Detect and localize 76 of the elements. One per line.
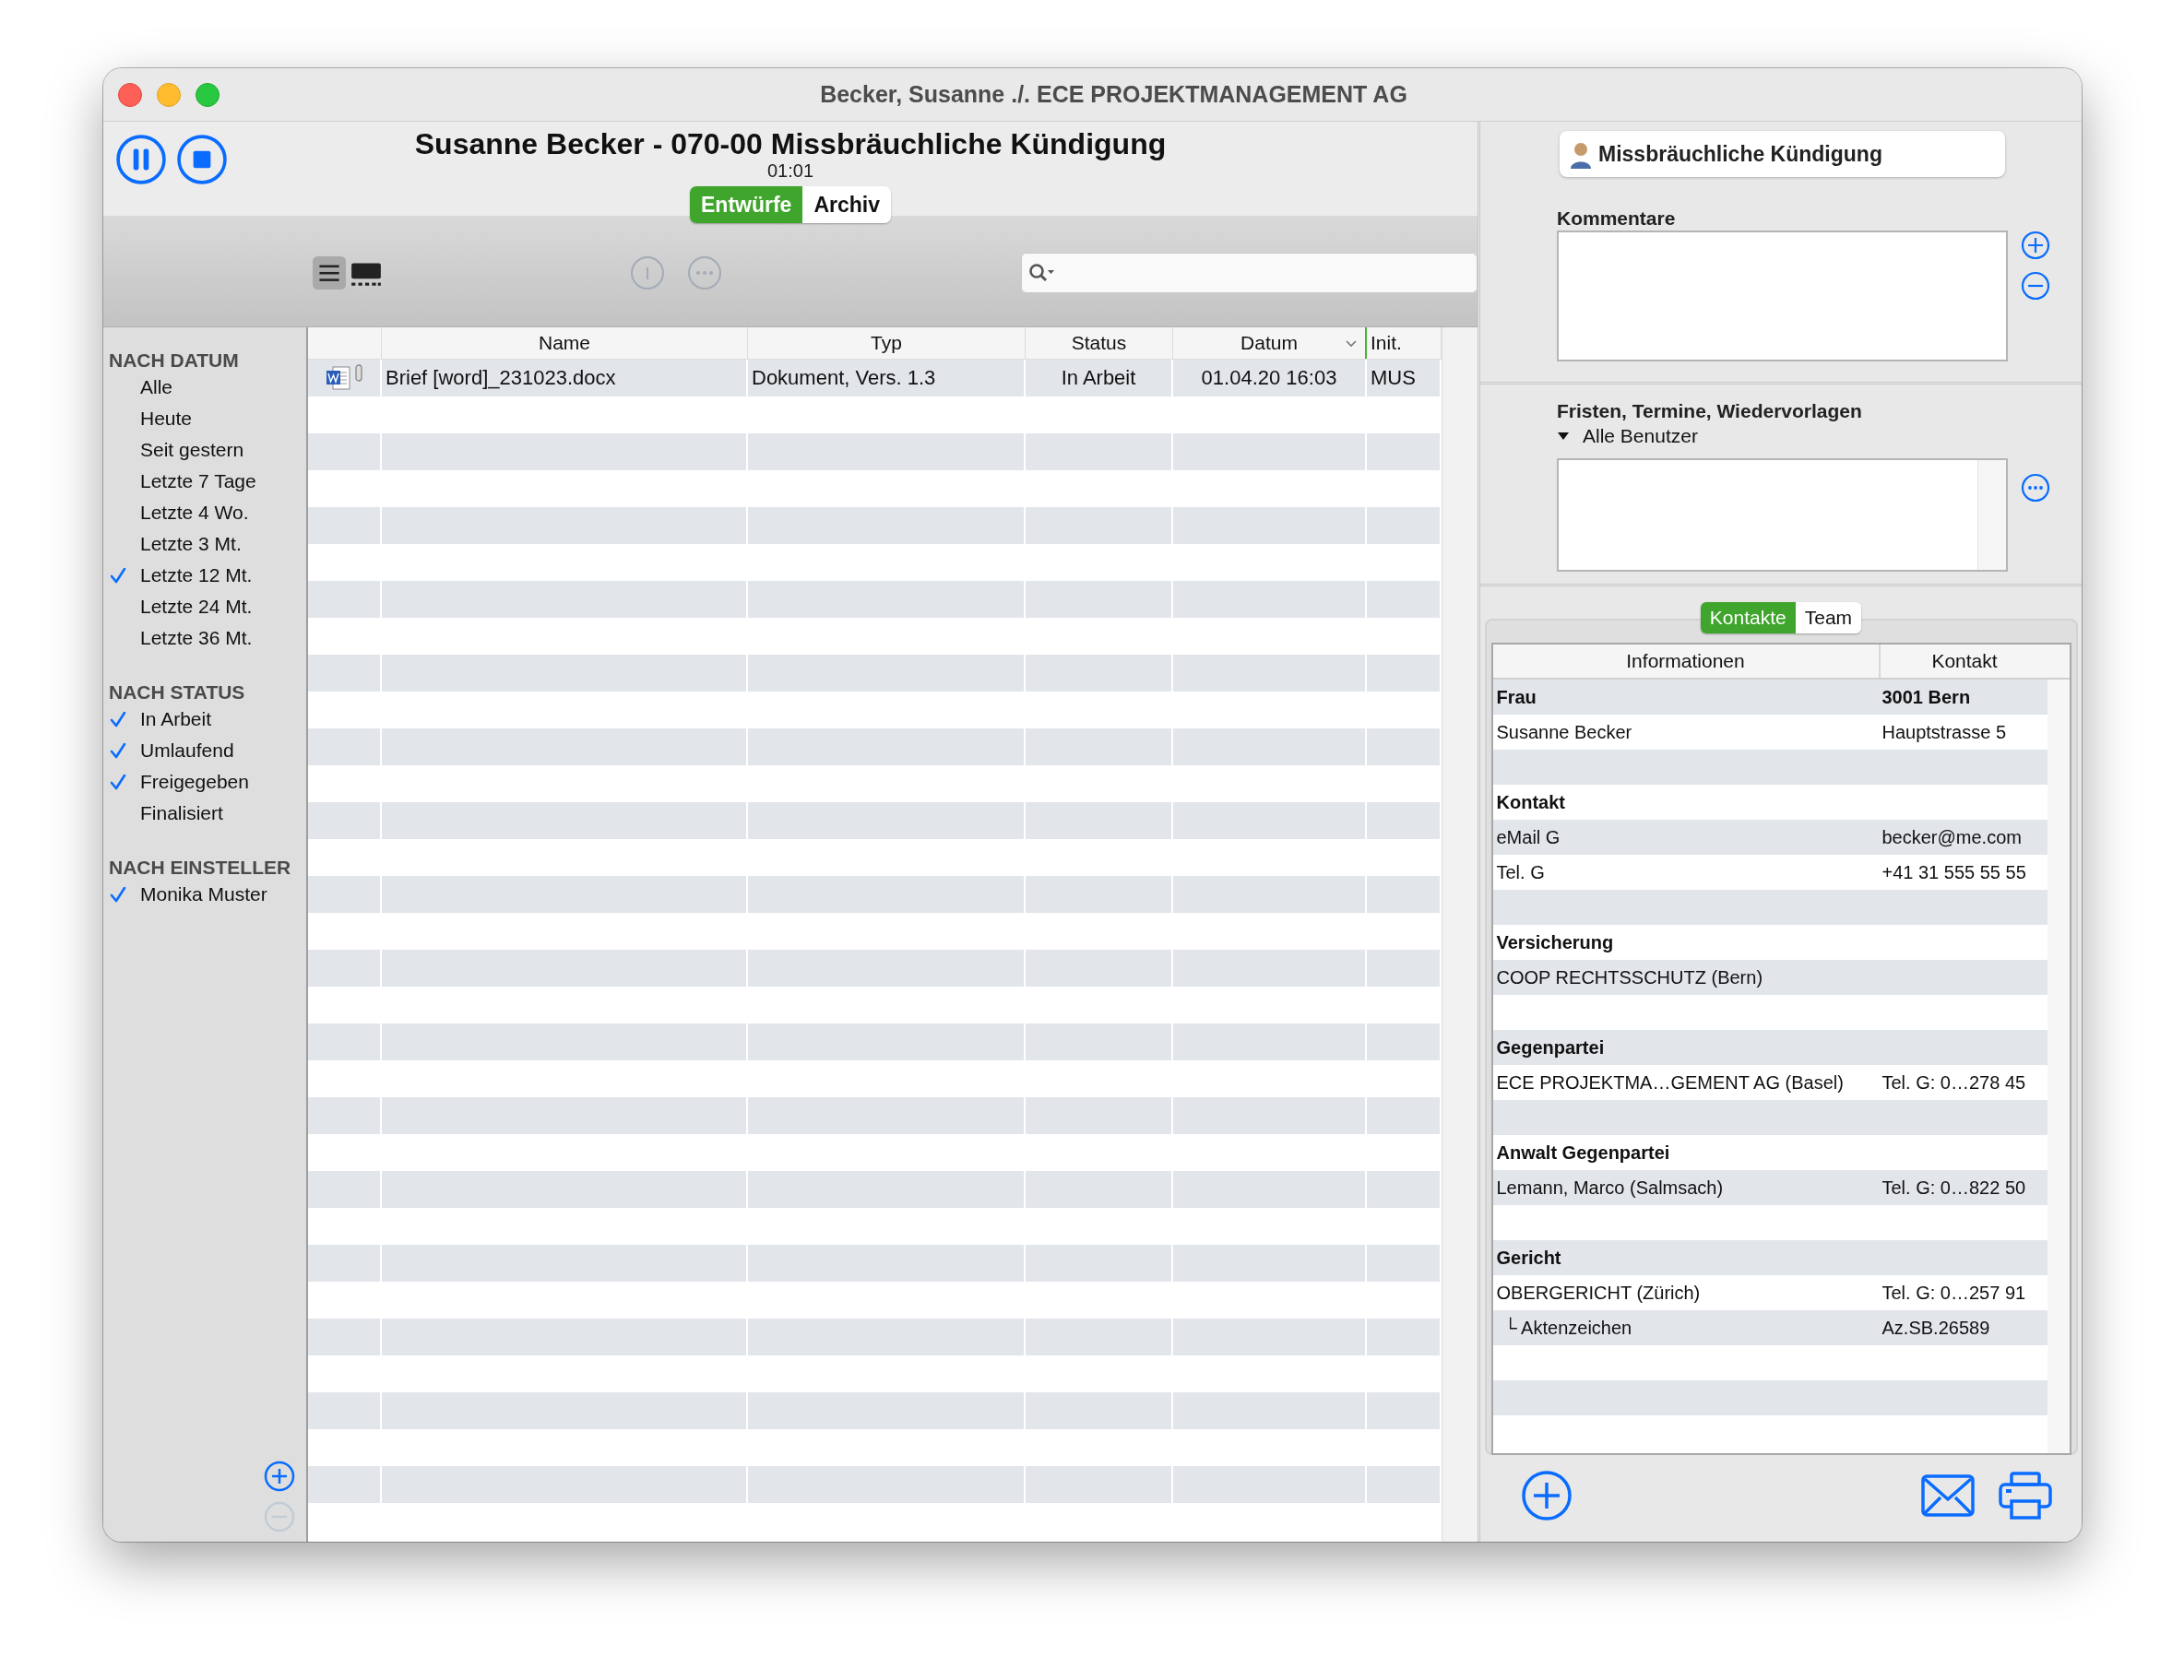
checkmark-icon <box>109 741 127 760</box>
checkmark-icon <box>109 710 127 728</box>
table-cell-text: Tel. G <box>1495 861 1546 883</box>
group-heading: Versicherung <box>1495 931 1615 953</box>
group-heading: Gericht <box>1495 1247 1562 1269</box>
table-cell-text: eMail G <box>1495 826 1561 848</box>
group-heading: Frau <box>1495 686 1537 708</box>
deadlines-label: Fristen, Termine, Wiedervorlagen <box>1557 399 1863 423</box>
word-document-icon <box>325 364 352 392</box>
column-header[interactable]: Informationen <box>1492 645 1881 678</box>
table-cell-text: +41 31 555 55 55 <box>1881 861 2027 883</box>
comments-label: Kommentare <box>1557 207 1677 231</box>
pause-icon[interactable] <box>116 135 166 184</box>
table-cell-text: Tel. G: 0…278 45 <box>1881 1071 2027 1094</box>
column-header[interactable]: Typ <box>748 327 1026 359</box>
timer: 01:01 <box>766 160 813 181</box>
stop-icon[interactable] <box>177 135 227 184</box>
view-tab[interactable]: Archiv <box>802 186 891 223</box>
filter-item[interactable]: Letzte 3 Mt. <box>109 528 242 560</box>
add-icon[interactable] <box>264 1461 295 1492</box>
list-view-icon[interactable] <box>313 256 346 290</box>
printer-icon[interactable] <box>1999 1472 2052 1520</box>
section-heading: NACH STATUS <box>109 681 246 704</box>
add-icon[interactable] <box>2021 231 2050 260</box>
close-button[interactable] <box>118 82 142 107</box>
filter-item[interactable]: Letzte 4 Wo. <box>109 497 249 528</box>
table-cell-text: COOP RECHTSSCHUTZ (Bern) <box>1495 966 1764 988</box>
column-header[interactable]: Status <box>1026 327 1173 359</box>
column-header[interactable]: Kontakt <box>1880 645 2049 678</box>
table-cell-text: Tel. G: 0…822 50 <box>1881 1177 2027 1199</box>
table-cell-text: Lemann, Marco (Salmsach) <box>1495 1177 1725 1199</box>
filter-item[interactable]: Finalisiert <box>109 798 223 829</box>
filter-item[interactable]: Alle <box>109 372 173 403</box>
filter-item[interactable]: Monika Muster <box>109 879 267 910</box>
table-cell-text: 3001 Bern <box>1881 686 1972 708</box>
table-cell-text: becker@me.com <box>1881 826 2023 848</box>
zoom-button[interactable] <box>196 82 220 107</box>
search-field[interactable] <box>1021 253 1478 293</box>
filter-item[interactable]: Seit gestern <box>109 434 244 466</box>
checkmark-icon <box>109 566 127 585</box>
filter-item[interactable]: Letzte 12 Mt. <box>109 560 253 591</box>
table-cell-text: └ Aktenzeichen <box>1502 1317 1633 1339</box>
filter-item[interactable]: Heute <box>109 403 193 434</box>
table-cell-text: Susanne Becker <box>1495 721 1633 743</box>
window-title: Becker, Susanne ./. ECE PROJEKTMANAGEMENT AG <box>819 81 1408 108</box>
remove-icon[interactable] <box>2021 271 2050 301</box>
case-title: Susanne Becker - 070-00 Missbräuchliche Kündigung <box>414 127 1167 160</box>
section-heading: NACH DATUM <box>109 349 240 372</box>
filter-item[interactable]: In Arbeit <box>109 704 212 735</box>
table-cell-text: ECE PROJEKTMA…GEMENT AG (Basel) <box>1495 1071 1845 1094</box>
group-heading: Kontakt <box>1495 791 1566 813</box>
filter-item[interactable]: Letzte 36 Mt. <box>109 622 253 654</box>
user-filter[interactable]: Alle Benutzer <box>1557 423 1698 449</box>
filter-item[interactable]: Umlaufend <box>109 735 234 766</box>
table-cell-text: OBERGERICHT (Zürich) <box>1495 1282 1702 1304</box>
search-icon <box>1028 263 1056 283</box>
filter-item[interactable]: Letzte 24 Mt. <box>109 591 253 622</box>
contact-tab[interactable]: Team <box>1795 602 1862 633</box>
comments-field[interactable] <box>1557 231 2008 361</box>
filter-item[interactable]: Letzte 7 Tage <box>109 466 256 497</box>
column-header[interactable]: Name <box>382 327 748 359</box>
table-cell-text: Hauptstrasse 5 <box>1881 721 2007 743</box>
add-icon[interactable] <box>1521 1470 1573 1521</box>
filter-item[interactable]: Freigegeben <box>109 766 249 798</box>
table-cell-text: Tel. G: 0…257 91 <box>1881 1282 2027 1304</box>
disclosure-triangle-icon <box>1557 432 1570 441</box>
table-cell-text: Az.SB.26589 <box>1881 1317 1991 1339</box>
more-icon[interactable] <box>2021 473 2050 503</box>
group-heading: Anwalt Gegenpartei <box>1495 1142 1671 1164</box>
case-name: Missbräuchliche Kündigung <box>1598 141 1882 167</box>
chevron-down-icon <box>1345 338 1358 348</box>
checkmark-icon <box>109 885 127 904</box>
mail-icon[interactable] <box>1921 1474 1975 1517</box>
section-heading: NACH EINSTELLER <box>109 857 292 879</box>
checkmark-icon <box>109 773 127 791</box>
group-heading: Gegenpartei <box>1495 1036 1606 1059</box>
